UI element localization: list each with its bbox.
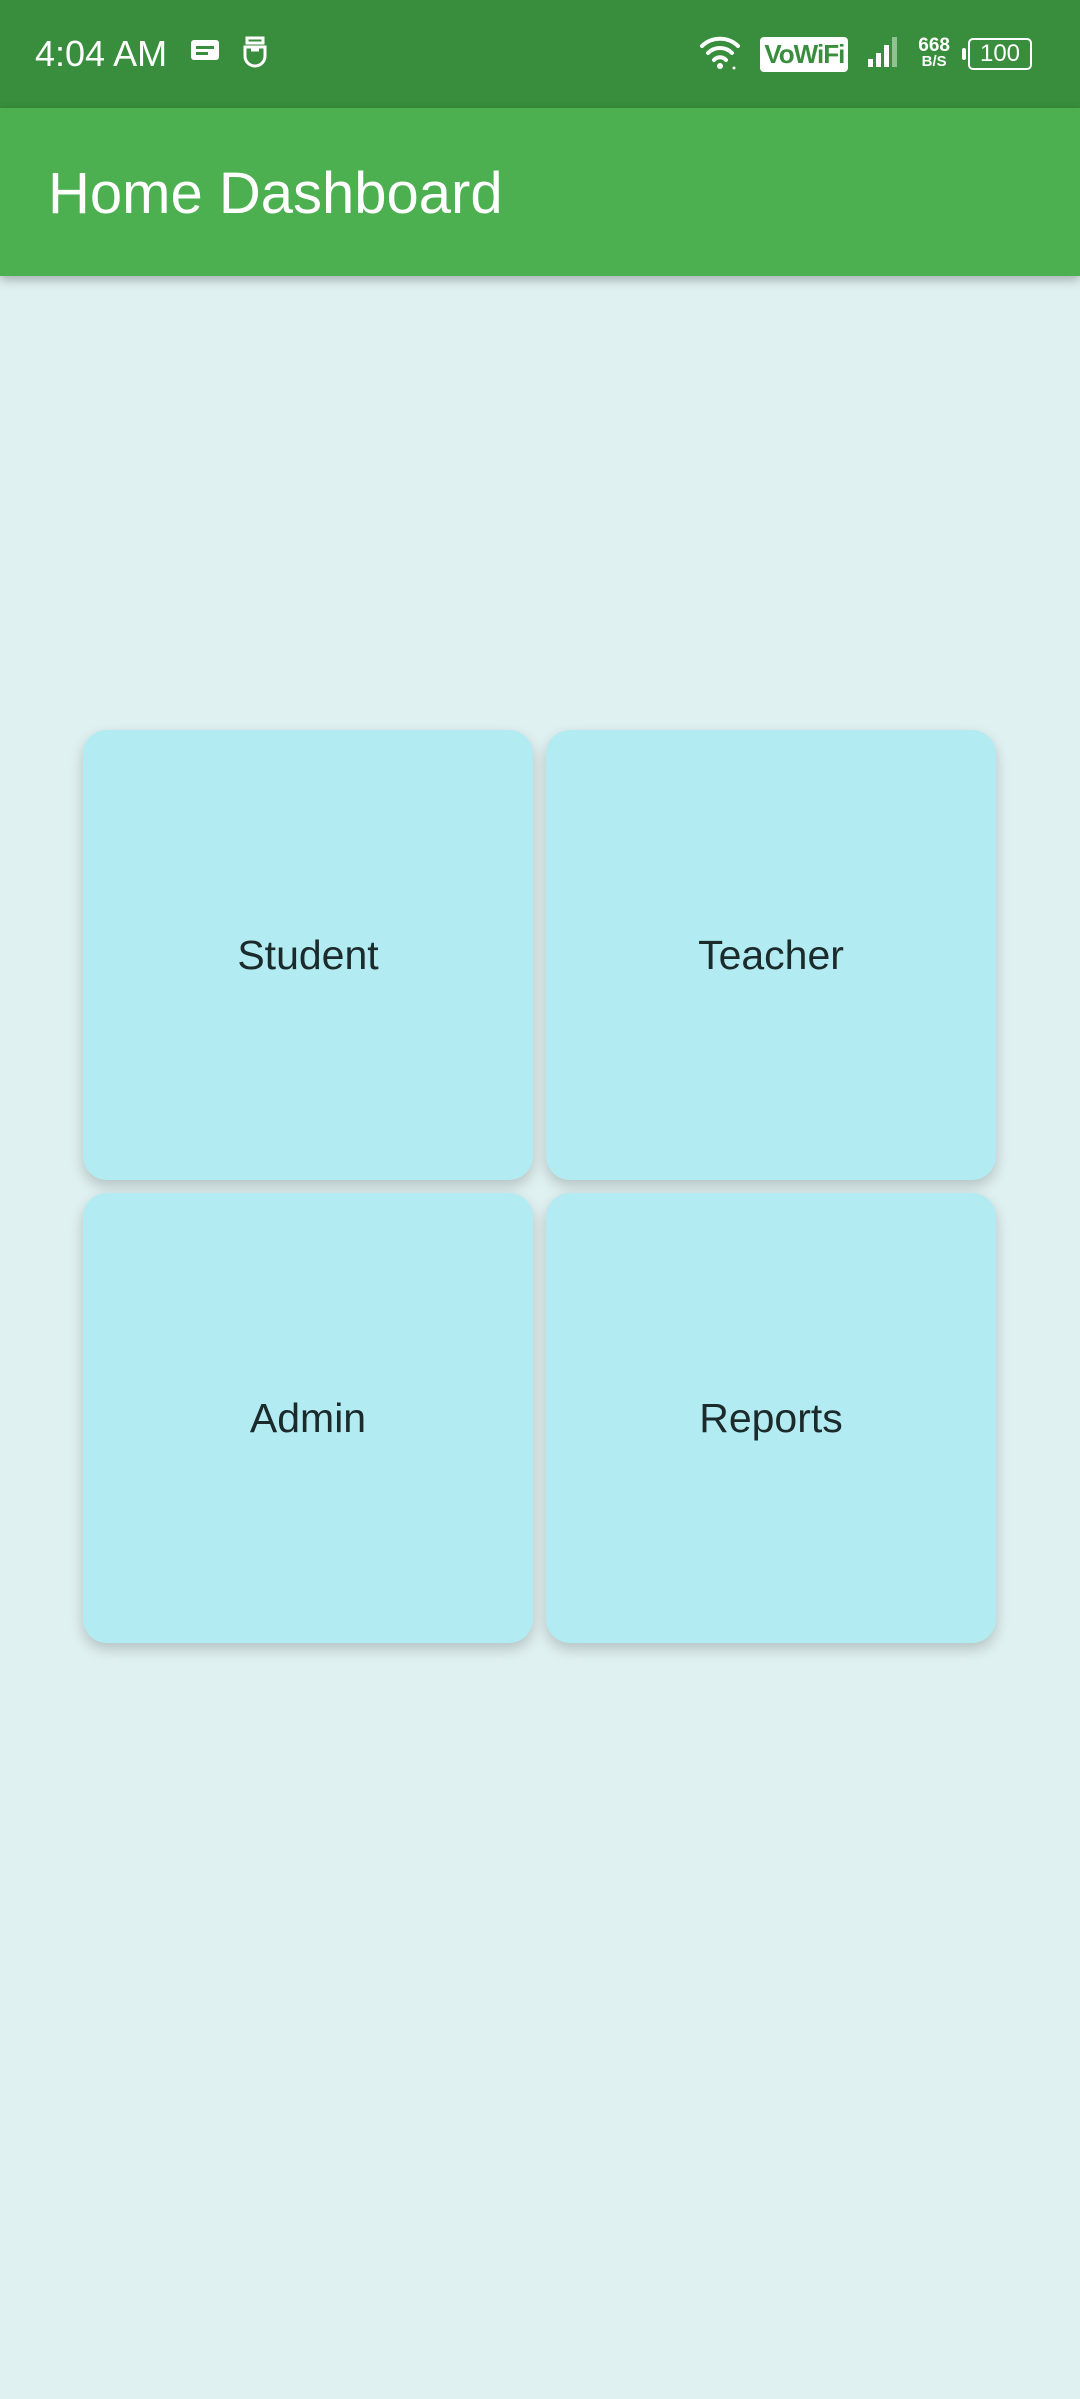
app-bar: Home Dashboard [0,108,1080,276]
teacher-tile[interactable]: Teacher [546,730,996,1180]
net-speed-value: 668 [918,35,950,56]
battery-icon: 100 [962,38,1032,70]
page-title: Home Dashboard [48,161,503,226]
net-speed-unit: B/S [921,53,947,70]
admin-tile[interactable]: Admin [83,1193,533,1643]
status-notification-icons [190,34,268,73]
battery-level: 100 [979,40,1021,67]
admin-tile-label: Admin [249,1394,367,1441]
status-bar: 4:04 AM VoWiFi 668 B/S 100 [0,0,1080,108]
teacher-tile-label: Teacher [698,931,844,978]
status-system-icons: VoWiFi 668 B/S 100 [698,30,1032,78]
dashboard-grid: Student Teacher Admin Reports [83,730,998,1645]
reports-tile[interactable]: Reports [546,1193,996,1643]
reports-tile-label: Reports [699,1394,843,1441]
student-tile-label: Student [237,931,379,978]
signal-icon [866,35,900,74]
vowifi-badge: VoWiFi [760,36,849,72]
notification-app-icon [242,34,268,73]
student-tile[interactable]: Student [83,730,533,1180]
status-time: 4:04 AM [35,33,168,74]
message-icon [190,38,220,69]
wifi-icon [698,34,742,75]
net-speed: 668 B/S [918,35,950,70]
